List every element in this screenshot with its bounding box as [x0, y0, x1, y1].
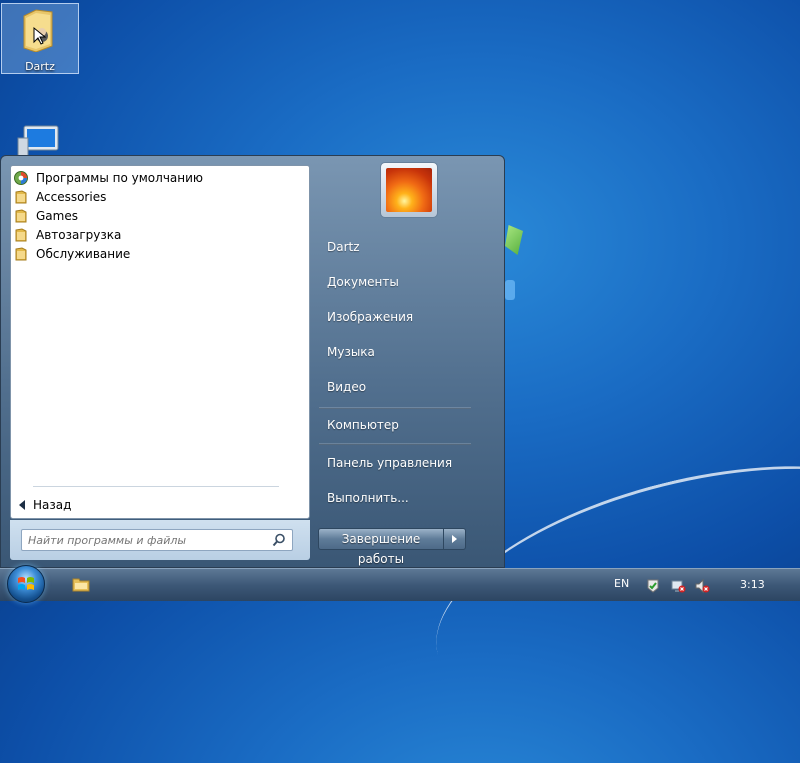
wallpaper-logo-fragment	[505, 225, 523, 255]
program-item-games[interactable]: Games	[11, 206, 309, 225]
shutdown-button[interactable]: Завершение работы	[318, 528, 444, 566]
right-item-control-panel[interactable]: Панель управления	[319, 451, 479, 475]
taskbar: EN 3:13	[0, 565, 800, 603]
divider	[319, 443, 471, 445]
search-area	[10, 520, 310, 560]
folder-icon	[15, 246, 27, 260]
program-item-accessories[interactable]: Accessories	[11, 187, 309, 206]
search-box[interactable]	[21, 529, 293, 551]
windows-logo-icon	[18, 577, 34, 590]
back-label: Назад	[33, 498, 72, 512]
explorer-folder-icon[interactable]	[72, 576, 90, 592]
right-item-label: Компьютер	[327, 418, 399, 432]
right-item-videos[interactable]: Видео	[319, 375, 479, 399]
right-item-user[interactable]: Dartz	[319, 235, 479, 259]
start-button[interactable]	[7, 565, 45, 603]
shutdown-control: Завершение работы	[318, 528, 466, 566]
program-item-startup[interactable]: Автозагрузка	[11, 225, 309, 244]
user-folder-icon	[23, 9, 53, 52]
avatar-flower-image	[386, 168, 432, 212]
shutdown-options-button[interactable]	[444, 528, 466, 550]
program-label: Accessories	[36, 189, 107, 204]
program-list: Программы по умолчанию Accessories Games	[11, 168, 309, 263]
default-programs-icon	[14, 170, 28, 185]
program-label: Программы по умолчанию	[36, 170, 204, 185]
program-label: Автозагрузка	[36, 227, 122, 242]
chevron-right-icon	[452, 535, 457, 543]
right-item-label: Документы	[327, 275, 399, 289]
right-item-label: Dartz	[327, 240, 360, 254]
start-menu: Программы по умолчанию Accessories Games	[0, 155, 505, 568]
right-item-label: Видео	[327, 380, 367, 394]
program-item-default-programs[interactable]: Программы по умолчанию	[11, 168, 309, 187]
search-input[interactable]	[28, 532, 263, 548]
right-item-label: Панель управления	[327, 456, 453, 470]
divider	[319, 407, 471, 409]
folder-icon	[15, 208, 27, 222]
network-icon[interactable]	[670, 578, 686, 594]
action-center-icon[interactable]	[645, 578, 661, 594]
volume-muted-icon[interactable]	[694, 578, 710, 594]
right-item-label: Музыка	[327, 345, 375, 359]
folder-icon	[15, 227, 27, 241]
right-item-label: Выполнить...	[327, 491, 409, 505]
desktop-icon-label: Dartz	[25, 60, 55, 73]
program-label: Games	[36, 208, 78, 223]
program-label: Обслуживание	[36, 246, 131, 261]
search-icon[interactable]	[272, 533, 286, 547]
user-avatar[interactable]	[380, 162, 438, 218]
wallpaper-logo-fragment	[505, 280, 515, 300]
right-item-pictures[interactable]: Изображения	[319, 305, 479, 329]
right-item-music[interactable]: Музыка	[319, 340, 479, 364]
programs-pane: Программы по умолчанию Accessories Games	[10, 165, 310, 519]
program-item-maintenance[interactable]: Обслуживание	[11, 244, 309, 263]
divider	[33, 486, 279, 487]
back-arrow-icon	[19, 500, 25, 510]
clock[interactable]: 3:13	[740, 578, 765, 591]
right-item-label: Изображения	[327, 310, 414, 324]
back-button[interactable]: Назад	[19, 498, 71, 512]
right-item-computer[interactable]: Компьютер	[319, 413, 479, 437]
right-item-run[interactable]: Выполнить...	[319, 486, 479, 510]
desktop-icon-user-folder[interactable]: Dartz	[1, 3, 79, 74]
language-indicator[interactable]: EN	[614, 577, 629, 590]
right-item-documents[interactable]: Документы	[319, 270, 479, 294]
folder-icon	[15, 189, 27, 203]
